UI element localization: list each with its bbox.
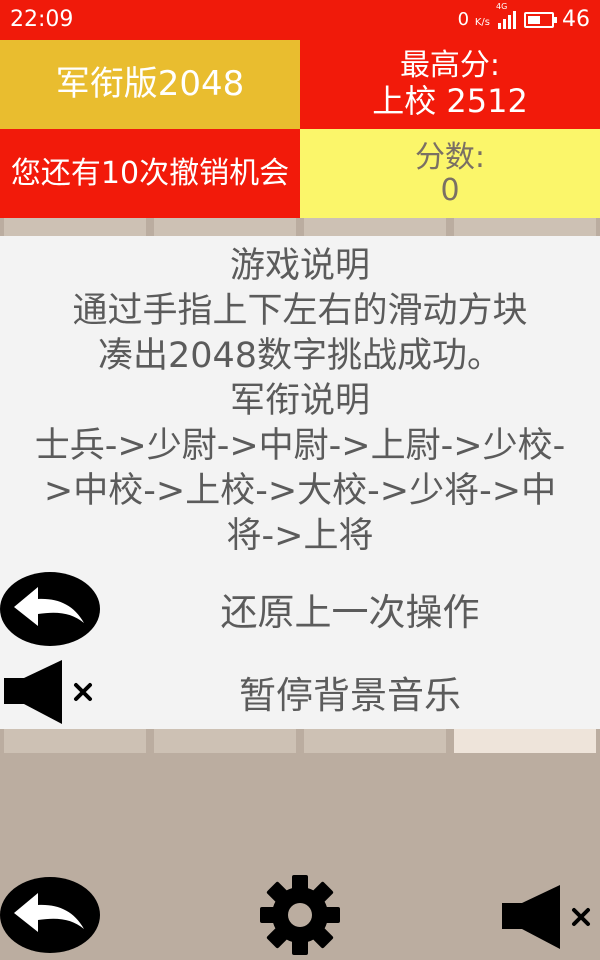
best-score-panel: 最高分: 上校 2512 (300, 40, 600, 129)
undo-help-row: 还原上一次操作 (0, 569, 600, 649)
board-tile (304, 729, 446, 753)
board-tile (154, 218, 296, 236)
undo-count-panel: 您还有10次撤销机会 (0, 129, 300, 218)
mute-help-label: 暂停背景音乐 (239, 674, 461, 717)
instructions-dialog: 游戏说明 通过手指上下左右的滑动方块 凑出2048数字挑战成功。 军衔说明 士兵… (0, 236, 600, 729)
instructions-title: 游戏说明 (229, 246, 370, 286)
instructions-line-1: 通过手指上下左右的滑动方块 (72, 291, 528, 331)
mute-button[interactable] (500, 885, 600, 949)
board-tile (454, 218, 596, 236)
game-title: 军衔版2048 (0, 40, 300, 129)
gear-icon[interactable] (250, 875, 350, 955)
rank-list-part-3: 将->上将 (226, 516, 374, 556)
best-score-label: 最高分: (399, 48, 501, 84)
mute-help-row: 暂停背景音乐 (0, 652, 600, 732)
game-title-text: 军衔版2048 (55, 63, 245, 104)
status-indicators: 0 K/s 4G 46 (457, 2, 590, 33)
battery-icon (524, 11, 557, 28)
signal-icon: 4G (496, 2, 516, 29)
rank-list-part-2: >中校->上校->大校->少将->中 (43, 471, 557, 511)
instructions-line-2: 凑出2048数字挑战成功。 (97, 336, 503, 376)
score-panel: 分数: 0 (300, 129, 600, 218)
board-tile (4, 218, 146, 236)
score-value: 0 (440, 172, 460, 208)
board-tile (4, 729, 146, 753)
undo-count-text: 您还有10次撤销机会 (10, 156, 290, 191)
network-type: 4G (496, 1, 508, 11)
battery-level: 46 (562, 7, 590, 32)
instructions-text: 游戏说明 通过手指上下左右的滑动方块 凑出2048数字挑战成功。 军衔说明 士兵… (0, 236, 600, 559)
rank-list-part-1: 士兵->少尉->中尉->上尉->少校- (34, 426, 566, 466)
undo-arrow-icon (0, 572, 100, 646)
network-speed: 0 K/s (457, 9, 490, 30)
best-score-value: 上校 2512 (372, 82, 528, 121)
score-label: 分数: (414, 139, 486, 175)
status-time: 22:09 (10, 7, 74, 32)
status-bar: 22:09 0 K/s 4G 46 (0, 0, 600, 40)
speaker-mute-icon (4, 660, 92, 724)
board-tile (154, 729, 296, 753)
board-tile (454, 729, 596, 753)
undo-help-label: 还原上一次操作 (220, 591, 480, 634)
rank-title: 军衔说明 (229, 381, 370, 421)
board-tile (304, 218, 446, 236)
undo-button[interactable] (0, 875, 100, 955)
